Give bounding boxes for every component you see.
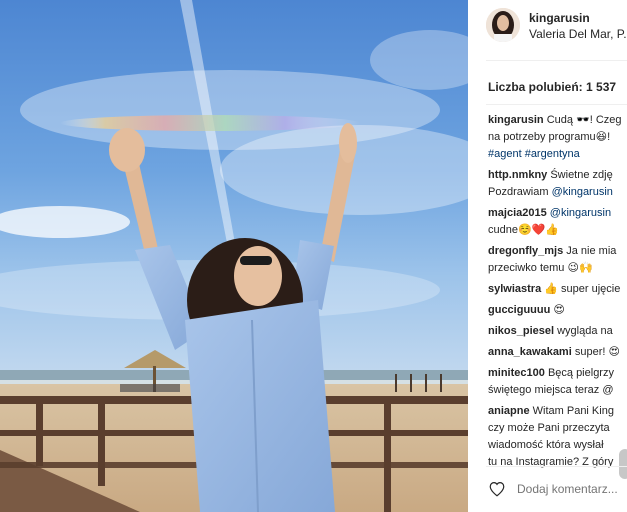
post-location[interactable]: Valeria Del Mar, P... (529, 27, 627, 41)
post-details-panel: kingarusin Valeria Del Mar, P... Liczba … (468, 0, 627, 512)
comment-username[interactable]: gucciguuuu (488, 304, 550, 316)
likes-label: Liczba polubień: (488, 80, 583, 94)
likes-divider (486, 104, 627, 105)
post-photo[interactable] (0, 0, 468, 512)
mention-link[interactable]: @kingarusin (550, 207, 611, 219)
add-comment-input[interactable] (517, 482, 627, 496)
comments-list: kingarusin Cudą 🕶️! Czeg na potrzeby pro… (488, 112, 627, 475)
list-item: majcia2015 @kingarusin cudne☺️❤️👍 (488, 205, 627, 239)
header-divider (486, 60, 627, 61)
post-author-username[interactable]: kingarusin (529, 11, 590, 25)
comment-username[interactable]: sylwiastra (488, 283, 541, 295)
post-footer (468, 466, 627, 512)
comment-text: 😍 (553, 304, 565, 316)
comment-text: Ja nie mia (566, 245, 617, 257)
comment-username[interactable]: http.nmkny (488, 169, 547, 181)
list-item: gucciguuuu 😍 (488, 302, 627, 319)
comment-text: 👍 super ujęcie (544, 283, 621, 295)
comment-text: Pozdrawiam (488, 186, 549, 198)
mention-link[interactable]: @kingarusin (552, 186, 613, 198)
list-item: aniapne Witam Pani King czy może Pani pr… (488, 403, 627, 471)
heart-icon[interactable] (488, 480, 506, 498)
comment-username[interactable]: dregonfly_mjs (488, 245, 563, 257)
comment-username[interactable]: aniapne (488, 405, 530, 417)
comment-text: czy może Pani przeczyta (488, 422, 610, 434)
list-item: http.nmkny Świetne zdję Pozdrawiam @king… (488, 167, 627, 201)
post-header: kingarusin Valeria Del Mar, P... (468, 0, 627, 60)
comment-text: wygląda na (557, 325, 613, 337)
hashtags[interactable]: #agent #argentyna (488, 146, 627, 163)
comment-username[interactable]: anna_kawakami (488, 346, 572, 358)
comment-text: super! 😍 (574, 346, 620, 358)
list-item: nikos_piesel wygląda na (488, 323, 627, 340)
comment-text: Bęcą pielgrzy (547, 367, 614, 379)
list-item: minitec100 Bęcą pielgrzy świętego miejsc… (488, 365, 627, 399)
comment-text: wiadomość która wysłał (488, 439, 604, 451)
avatar-image (486, 8, 520, 42)
comment-text: cudne☺️❤️👍 (488, 224, 560, 236)
list-item: sylwiastra 👍 super ujęcie (488, 281, 627, 298)
comment-username[interactable]: nikos_piesel (488, 325, 554, 337)
comment-text: Cudą 🕶️! Czeg (546, 114, 622, 126)
list-item: anna_kawakami super! 😍 (488, 344, 627, 361)
likes-count: 1 537 (586, 80, 617, 94)
comment-username[interactable]: majcia2015 (488, 207, 547, 219)
avatar[interactable] (486, 8, 520, 42)
comment-text: na potrzeby programu😆! (488, 131, 611, 143)
comment-text: przeciwko temu 😉🙌 (488, 262, 593, 274)
comment-username[interactable]: kingarusin (488, 114, 544, 126)
comment-username[interactable]: minitec100 (488, 367, 545, 379)
comment-text: Świetne zdję (550, 169, 613, 181)
comment-text: Witam Pani King (532, 405, 614, 417)
list-item: dregonfly_mjs Ja nie mia przeciwko temu … (488, 243, 627, 277)
caption: kingarusin Cudą 🕶️! Czeg na potrzeby pro… (488, 112, 627, 163)
likes-summary[interactable]: Liczba polubień: 1 537 (488, 80, 616, 94)
comment-text: świętego miejsca teraz @ (488, 384, 614, 396)
post-photo-image (0, 0, 468, 512)
